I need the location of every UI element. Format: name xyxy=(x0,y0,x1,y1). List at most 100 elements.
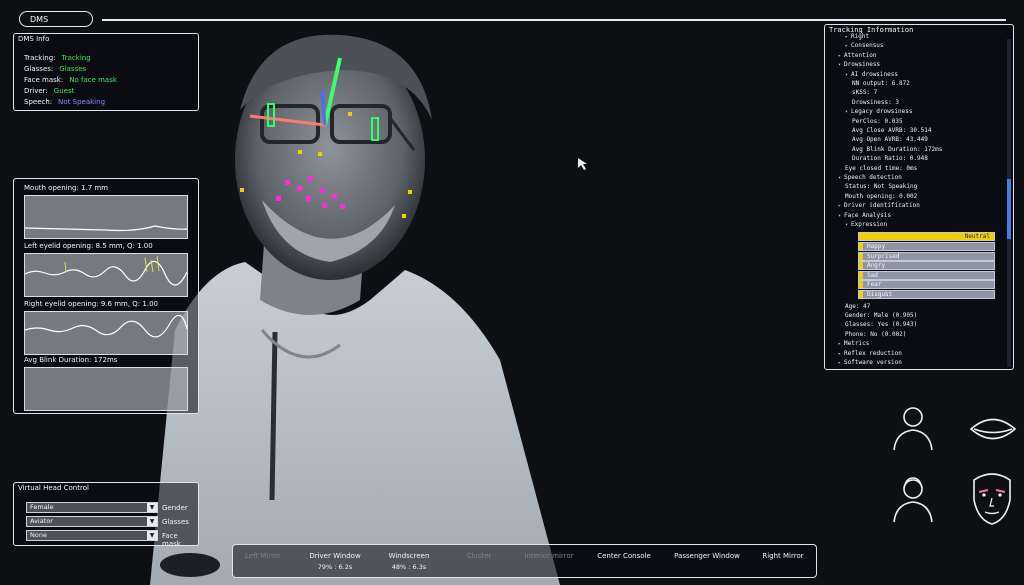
collapse-arrow-icon[interactable]: ▸ xyxy=(838,53,841,59)
tracking-tree-label: Speech detection xyxy=(844,174,902,181)
tracking-tree-item: Duration Ratio: 0.948 xyxy=(852,155,928,162)
tracking-tree-item[interactable]: ▸ Consensus xyxy=(845,42,884,49)
tracking-tree-item: Phone: No (0.002) xyxy=(845,331,906,338)
scrollbar-thumb[interactable] xyxy=(1007,179,1011,239)
zone-passenger-window[interactable]: Passenger Window xyxy=(663,552,751,563)
tracking-tree-item[interactable]: ▾ Legacy drowsiness xyxy=(845,108,912,115)
expand-arrow-icon[interactable]: ▾ xyxy=(845,109,848,115)
virtual-head-control-panel: Virtual Head Control Female ▼ Gender Avia… xyxy=(13,482,199,548)
expression-level-fill xyxy=(859,291,864,298)
tracking-tree-item[interactable]: ▸ Reflex reduction xyxy=(838,350,902,357)
expression-level-fill xyxy=(859,281,864,289)
tracking-tree-label: Expression xyxy=(851,221,888,228)
chevron-down-icon[interactable]: ▼ xyxy=(147,531,157,540)
glasses-label: Glasses xyxy=(162,518,189,526)
tracking-tree-label: Drowsiness: 3 xyxy=(852,98,899,106)
collapse-arrow-icon[interactable]: ▸ xyxy=(838,203,841,209)
blink-duration-label: Avg Blink Duration: 172ms xyxy=(24,356,118,364)
expand-arrow-icon[interactable]: ▾ xyxy=(838,213,841,219)
tracking-scrollbar[interactable] xyxy=(1007,39,1011,367)
zone-left-mirror[interactable]: Left Mirror xyxy=(227,552,299,563)
collapse-arrow-icon[interactable]: ▸ xyxy=(838,341,841,347)
glasses-dropdown[interactable]: Aviator ▼ xyxy=(26,516,158,527)
tracking-tree-item: sKSS: 7 xyxy=(852,89,877,96)
expression-label: Surprised xyxy=(867,252,900,260)
info-value: Glasses xyxy=(59,65,87,73)
tracking-tree-label: Glasses: Yes (0.943) xyxy=(845,321,918,329)
tracking-tree-item: PerClos: 0.035 xyxy=(852,118,903,125)
expand-arrow-icon[interactable]: ▾ xyxy=(838,62,841,68)
tracking-tree-label: Eye closed time: 0ms xyxy=(845,164,918,172)
zone-label: Driver Window xyxy=(309,552,361,560)
expand-arrow-icon[interactable]: ▾ xyxy=(838,175,841,181)
tracking-tree-item: Gender: Male (0.905) xyxy=(845,312,917,319)
tracking-tree-item: Status: Not Speaking xyxy=(845,183,917,190)
info-value: Not Speaking xyxy=(58,98,106,106)
tracking-tree-item[interactable]: ▾ Expression xyxy=(845,221,887,228)
info-label: Speech: xyxy=(24,98,53,106)
tracking-tree-item[interactable]: ▸ Software version xyxy=(838,359,902,366)
gender-label: Gender xyxy=(162,504,188,512)
expression-bar: Sad xyxy=(858,270,995,280)
eye-icon[interactable] xyxy=(968,412,1018,446)
tracking-tree-label: Avg Open AVRB: 43.449 xyxy=(852,136,928,144)
face-mask-dropdown[interactable]: None ▼ xyxy=(26,530,158,541)
female-avatar-icon[interactable] xyxy=(888,474,938,524)
male-avatar-icon[interactable] xyxy=(888,402,938,452)
tab-dms[interactable]: DMS xyxy=(19,11,93,27)
tracking-tree-label: Right xyxy=(851,33,870,40)
tracking-tree-label: Driver identification xyxy=(844,202,920,210)
tracking-tree-item: Glasses: Yes (0.943) xyxy=(845,321,917,328)
tracking-title: Tracking Information xyxy=(829,26,914,34)
zone-center-console[interactable]: Center Console xyxy=(588,552,660,563)
tracking-tree-item[interactable]: ▾ Drowsiness xyxy=(838,61,880,68)
tracking-tree-label: NN output: 6.872 xyxy=(852,80,910,87)
expression-label: Disgust xyxy=(867,291,893,298)
zone-label: Center Console xyxy=(597,552,651,560)
gender-dropdown[interactable]: Female ▼ xyxy=(26,502,158,513)
gaze-zone-bar: Left Mirror Driver Window 79% : 6.2s Wind… xyxy=(232,544,817,578)
collapse-arrow-icon[interactable]: ▸ xyxy=(845,34,848,40)
tracking-tree-label: Status: Not Speaking xyxy=(845,183,918,191)
tracking-tree-item[interactable]: ▾ Face Analysis xyxy=(838,212,891,219)
tracking-tree-item[interactable]: ▸ Attention xyxy=(838,52,877,59)
tracking-tree-item[interactable]: ▾ AI drowsiness xyxy=(845,71,898,78)
left-eyelid-graph xyxy=(24,253,188,297)
zone-right-mirror[interactable]: Right Mirror xyxy=(747,552,819,563)
zone-driver-window[interactable]: Driver Window 79% : 6.2s xyxy=(299,552,371,571)
tracking-tree-item[interactable]: ▸ Metrics xyxy=(838,340,869,347)
zone-interior-mirror[interactable]: Interior mirror xyxy=(513,552,585,563)
expression-bar: Disgust xyxy=(858,290,995,299)
face-icon[interactable] xyxy=(966,470,1018,526)
expression-label: Happy xyxy=(867,243,886,250)
tracking-tree-item[interactable]: ▸ Driver identification xyxy=(838,202,920,209)
collapse-arrow-icon[interactable]: ▸ xyxy=(838,360,841,366)
info-label: Driver: xyxy=(24,87,48,95)
chevron-down-icon[interactable]: ▼ xyxy=(147,503,157,512)
tracking-tree-item[interactable]: ▾ Speech detection xyxy=(838,174,902,181)
collapse-arrow-icon[interactable]: ▸ xyxy=(845,43,848,49)
dms-info-panel: DMS Info Tracking: Tracking Glasses: Glass… xyxy=(13,33,199,111)
zone-windscreen[interactable]: Windscreen 48% : 6.3s xyxy=(373,552,445,571)
expand-arrow-icon[interactable]: ▾ xyxy=(845,72,848,78)
expression-bar: Surprised xyxy=(858,251,995,261)
expand-arrow-icon[interactable]: ▾ xyxy=(845,222,848,228)
tracking-tree-label: Avg Close AVRB: 30.514 xyxy=(852,127,932,134)
info-row-face-mask: Face mask: No face mask xyxy=(24,76,117,84)
info-value: Guest xyxy=(53,87,75,95)
zone-cluster[interactable]: Cluster xyxy=(443,552,515,563)
chevron-down-icon[interactable]: ▼ xyxy=(147,517,157,526)
right-eyelid-graph xyxy=(24,311,188,355)
face-mask-label: Face mask xyxy=(162,532,181,548)
collapse-arrow-icon[interactable]: ▸ xyxy=(838,351,841,357)
tracking-tree-label: Software version xyxy=(844,359,902,366)
zone-stat: 48% : 6.3s xyxy=(391,563,427,571)
info-value: Tracking xyxy=(61,54,91,62)
tracking-tree-label: sKSS: 7 xyxy=(852,89,878,97)
tracking-tree-item[interactable]: ▸ Right xyxy=(845,33,869,40)
tracking-tree-label: Face Analysis xyxy=(844,211,891,219)
expression-label: Sad xyxy=(867,271,878,279)
face-mask-value: None xyxy=(30,531,47,539)
tracking-tree-label: Consensus xyxy=(851,42,884,50)
signal-graphs-panel: Mouth opening: 1.7 mm Left eyelid openin… xyxy=(13,178,199,414)
